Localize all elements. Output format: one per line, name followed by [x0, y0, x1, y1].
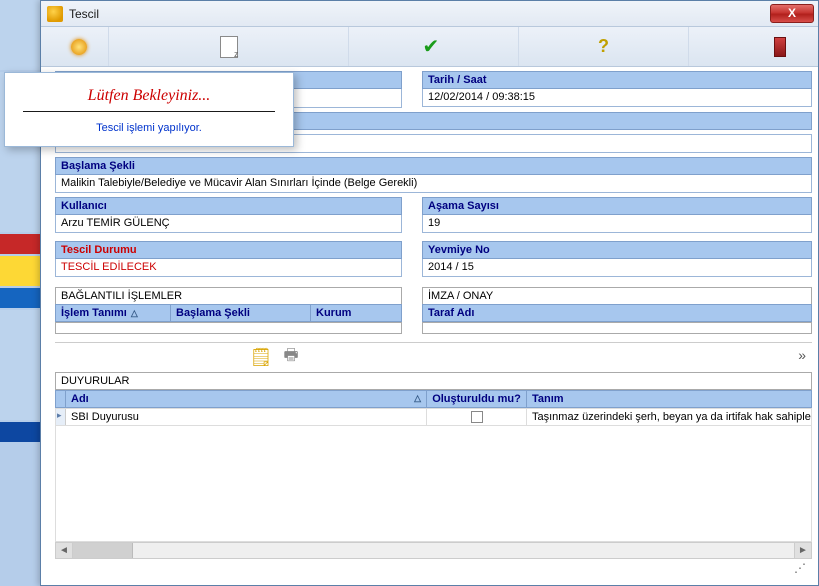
- tescil-label: Tescil Durumu: [55, 241, 402, 259]
- wait-dialog: Lütfen Bekleyiniz... Tescil işlemi yapıl…: [4, 72, 294, 147]
- col-islem-tanimi[interactable]: İşlem Tanımı△: [56, 305, 171, 321]
- toolbar-confirm-button[interactable]: [349, 27, 519, 66]
- toolbar: ?: [41, 27, 818, 67]
- document-icon: [220, 36, 238, 58]
- col-olusturuldu[interactable]: Oluşturuldu mu?: [427, 391, 527, 407]
- scroll-right-arrow[interactable]: ►: [794, 543, 811, 558]
- note-button[interactable]: 🗒: [250, 348, 272, 368]
- col-taraf-adi[interactable]: Taraf Adı: [423, 305, 811, 321]
- sort-asc-icon: △: [414, 393, 421, 404]
- resize-grip-icon[interactable]: ⋰: [794, 561, 806, 575]
- linked-right-title: İMZA / ONAY: [422, 287, 812, 304]
- sun-icon: [66, 34, 92, 60]
- col-baslama-sekli[interactable]: Başlama Şekli: [171, 305, 311, 321]
- yevmiye-value[interactable]: 2014 / 15: [422, 259, 812, 277]
- wait-dialog-title: Lütfen Bekleyiniz...: [23, 87, 275, 112]
- kullanici-label: Kullanıcı: [55, 197, 402, 215]
- baslama-label: Başlama Şekli: [55, 157, 812, 175]
- col-adi[interactable]: Adı△: [66, 391, 427, 407]
- cell-olusturuldu[interactable]: [427, 409, 527, 425]
- toolbar-help-button[interactable]: ?: [519, 27, 689, 66]
- exit-icon: [774, 37, 786, 57]
- linked-left-title: BAĞLANTILI İŞLEMLER: [55, 287, 402, 304]
- titlebar: Tescil X: [41, 1, 818, 27]
- checkbox[interactable]: [471, 411, 483, 423]
- chevron-right-icon: »: [798, 347, 806, 363]
- asama-value[interactable]: 19: [422, 215, 812, 233]
- wait-dialog-body: Tescil işlemi yapılıyor.: [23, 122, 275, 134]
- scroll-thumb[interactable]: [73, 543, 133, 558]
- scroll-left-arrow[interactable]: ◄: [56, 543, 73, 558]
- mini-toolbar: 🗒 🖶 »: [55, 342, 812, 372]
- cell-adi: SBI Duyurusu: [66, 409, 427, 425]
- toolbar-main-button[interactable]: [49, 27, 109, 66]
- linked-left-header: İşlem Tanımı△ Başlama Şekli Kurum: [55, 304, 402, 322]
- toolbar-doc-button[interactable]: [109, 27, 349, 66]
- kullanici-value[interactable]: Arzu TEMİR GÜLENÇ: [55, 215, 402, 233]
- announcements-body-empty: [55, 426, 812, 542]
- help-icon: ?: [598, 36, 609, 57]
- announcement-row[interactable]: SBI Duyurusu Taşınmaz üzerindeki şerh, b…: [55, 408, 812, 426]
- row-indicator-icon: [56, 409, 66, 425]
- app-icon: [47, 6, 63, 22]
- yevmiye-label: Yevmiye No: [422, 241, 812, 259]
- check-icon: [423, 36, 445, 58]
- tarih-value[interactable]: 12/02/2014 / 09:38:15: [422, 89, 812, 107]
- announcements-header: Adı△ Oluşturuldu mu? Tanım: [55, 390, 812, 408]
- linked-left-body: [55, 322, 402, 334]
- col-kurum[interactable]: Kurum: [311, 305, 401, 321]
- announcements-title: DUYURULAR: [55, 372, 812, 390]
- col-tanim[interactable]: Tanım: [527, 391, 811, 407]
- linked-right-body: [422, 322, 812, 334]
- tescil-value[interactable]: TESCİL EDİLECEK: [55, 259, 402, 277]
- sort-asc-icon: △: [131, 308, 138, 318]
- baslama-value[interactable]: Malikin Talebiyle/Belediye ve Mücavir Al…: [55, 175, 812, 193]
- toolbar-exit-button[interactable]: [750, 27, 810, 66]
- asama-label: Aşama Sayısı: [422, 197, 812, 215]
- window-title: Tescil: [69, 7, 99, 21]
- close-button[interactable]: X: [770, 4, 814, 23]
- print-button[interactable]: 🖶: [280, 348, 302, 368]
- linked-right-header: Taraf Adı: [422, 304, 812, 322]
- note-icon: 🗒: [250, 347, 273, 368]
- print-icon: 🖶: [283, 344, 298, 371]
- cell-tanim: Taşınmaz üzerindeki şerh, beyan ya da ir…: [527, 409, 811, 425]
- horizontal-scrollbar[interactable]: ◄ ►: [55, 542, 812, 559]
- tarih-label: Tarih / Saat: [422, 71, 812, 89]
- expand-button[interactable]: »: [798, 347, 806, 363]
